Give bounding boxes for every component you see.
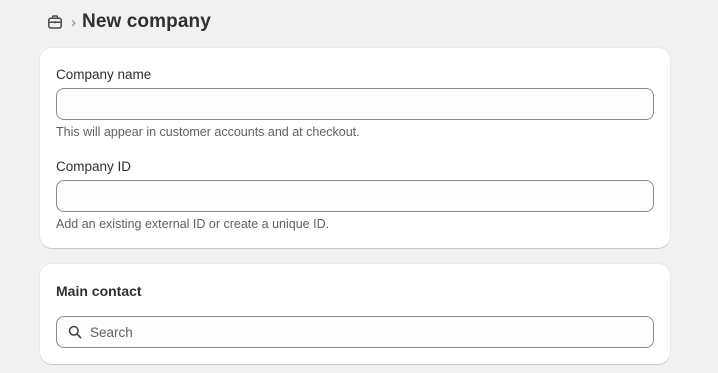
breadcrumb-separator: › bbox=[71, 13, 76, 31]
page-title: New company bbox=[82, 11, 211, 32]
briefcase-icon[interactable] bbox=[46, 13, 64, 31]
company-name-label: Company name bbox=[56, 67, 152, 82]
main-contact-title: Main contact bbox=[56, 283, 142, 299]
company-id-help-text: Add an existing external ID or create a … bbox=[56, 217, 330, 231]
main-contact-search-field[interactable] bbox=[56, 316, 654, 348]
page: › New company Company name This will app… bbox=[0, 0, 718, 373]
main-contact-card: Main contact bbox=[40, 264, 670, 364]
page-header: › New company bbox=[46, 8, 211, 36]
company-name-help-text: This will appear in customer accounts an… bbox=[56, 125, 360, 139]
company-id-label: Company ID bbox=[56, 159, 132, 174]
company-name-input[interactable] bbox=[56, 88, 654, 120]
main-contact-search-input[interactable] bbox=[90, 324, 630, 340]
search-icon bbox=[67, 324, 83, 340]
company-id-input[interactable] bbox=[56, 180, 654, 212]
company-details-card: Company name This will appear in custome… bbox=[40, 48, 670, 248]
